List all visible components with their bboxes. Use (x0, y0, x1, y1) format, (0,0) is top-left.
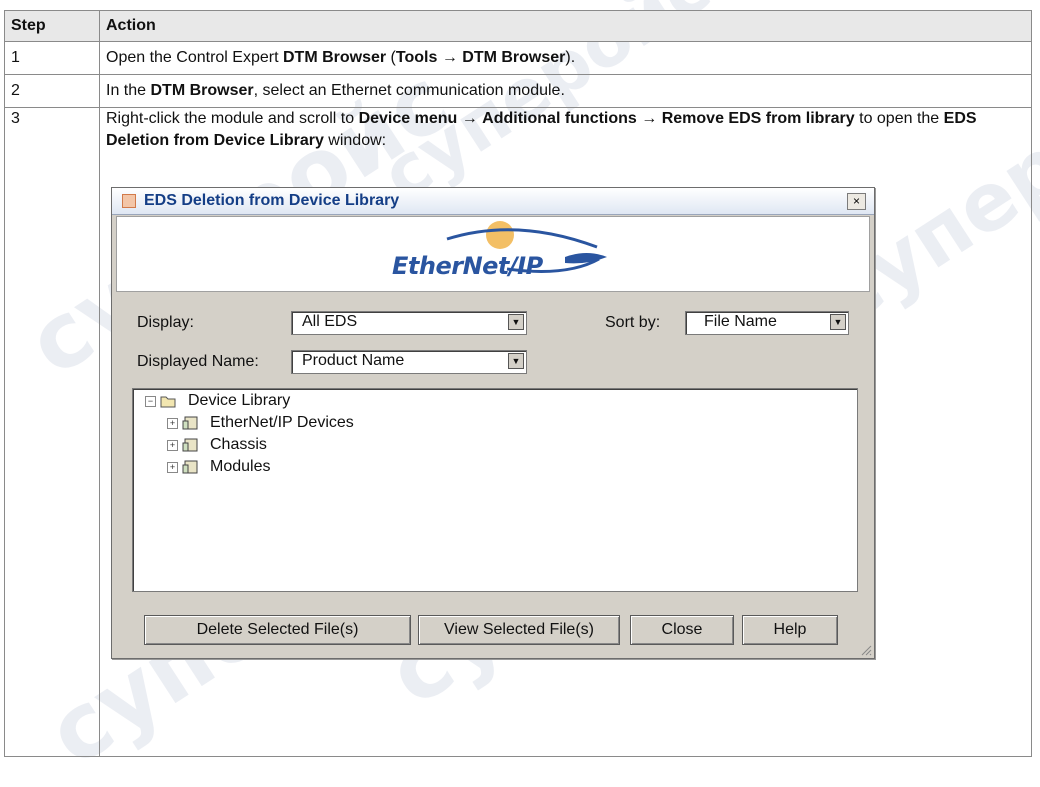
step-action: In the DTM Browser, select an Ethernet c… (99, 74, 1032, 108)
device-folder-icon (182, 460, 198, 474)
resize-grip-icon[interactable] (860, 644, 872, 656)
column-header-step: Step (4, 10, 100, 42)
display-value: All EDS (302, 313, 358, 330)
table-row: 1 Open the Control Expert DTM Browser (T… (4, 41, 1032, 75)
action-text: → (457, 110, 483, 127)
sortby-select[interactable]: File Name ▼ (685, 311, 849, 335)
chevron-down-icon[interactable]: ▼ (508, 314, 524, 330)
tree-node-root[interactable]: − Device Library (145, 392, 290, 410)
display-select[interactable]: All EDS ▼ (291, 311, 527, 335)
action-text: ( (386, 49, 396, 66)
app-icon (122, 194, 136, 208)
device-folder-icon (182, 438, 198, 452)
tree-node[interactable]: + Chassis (167, 436, 267, 454)
close-icon[interactable]: × (847, 192, 866, 210)
action-keyword: Tools (395, 49, 438, 66)
action-text: Right-click the module and scroll to (106, 110, 359, 127)
action-keyword: Additional functions (482, 110, 637, 127)
action-text: → (636, 110, 662, 127)
table-header-row: Step Action (4, 10, 1032, 42)
displayed-name-label: Displayed Name: (137, 353, 259, 370)
action-keyword: Remove EDS from library (661, 110, 855, 127)
expand-icon[interactable]: + (167, 461, 178, 473)
displayed-name-value: Product Name (302, 352, 405, 369)
step-number: 2 (4, 74, 100, 108)
action-text: In the (106, 82, 151, 99)
tree-node-label: Chassis (210, 436, 267, 453)
action-text: Open the Control Expert (106, 49, 283, 66)
sortby-value: File Name (704, 313, 777, 330)
view-selected-files-button[interactable]: View Selected File(s) (418, 615, 620, 645)
close-button[interactable]: Close (630, 615, 734, 645)
device-folder-icon (182, 416, 198, 430)
action-text: , select an Ethernet communication modul… (253, 82, 565, 99)
folder-icon (160, 396, 176, 408)
delete-selected-files-button[interactable]: Delete Selected File(s) (144, 615, 411, 645)
collapse-icon[interactable]: − (145, 395, 156, 407)
column-header-action: Action (99, 10, 1032, 42)
action-keyword: DTM Browser (282, 49, 387, 66)
action-keyword: Device menu (358, 110, 458, 127)
tree-node-label: Modules (210, 458, 271, 475)
dialog-title: EDS Deletion from Device Library (144, 192, 400, 209)
tree-node-label: Device Library (188, 392, 291, 409)
chevron-down-icon[interactable]: ▼ (830, 314, 846, 330)
display-label: Display: (137, 314, 194, 331)
step-number: 3 (4, 107, 100, 757)
chevron-down-icon[interactable]: ▼ (508, 353, 524, 369)
tree-node-label: EtherNet/IP Devices (210, 414, 354, 431)
action-text: ). (565, 49, 576, 66)
eds-deletion-dialog: EDS Deletion from Device Library × Ether… (111, 187, 875, 659)
table-row: 2 In the DTM Browser, select an Ethernet… (4, 74, 1032, 108)
action-text: window: (323, 132, 387, 149)
step-number: 1 (4, 41, 100, 75)
tree-node[interactable]: + EtherNet/IP Devices (167, 414, 354, 432)
expand-icon[interactable]: + (167, 417, 178, 429)
tree-node[interactable]: + Modules (167, 458, 270, 476)
step-action: Open the Control Expert DTM Browser (Too… (99, 41, 1032, 75)
action-text: to open the (854, 110, 944, 127)
logo-text: EtherNet/IP (392, 252, 543, 280)
expand-icon[interactable]: + (167, 439, 178, 451)
action-keyword: DTM Browser (462, 49, 566, 66)
help-button[interactable]: Help (742, 615, 838, 645)
displayed-name-select[interactable]: Product Name ▼ (291, 350, 527, 374)
action-text: → (437, 49, 463, 66)
sortby-label: Sort by: (605, 314, 661, 331)
dialog-titlebar[interactable]: EDS Deletion from Device Library × (112, 188, 874, 215)
action-keyword: DTM Browser (150, 82, 254, 99)
device-library-tree[interactable]: − Device Library + EtherNet/IP Devices +… (132, 388, 858, 592)
logo-banner: EtherNet/IP (116, 216, 870, 292)
